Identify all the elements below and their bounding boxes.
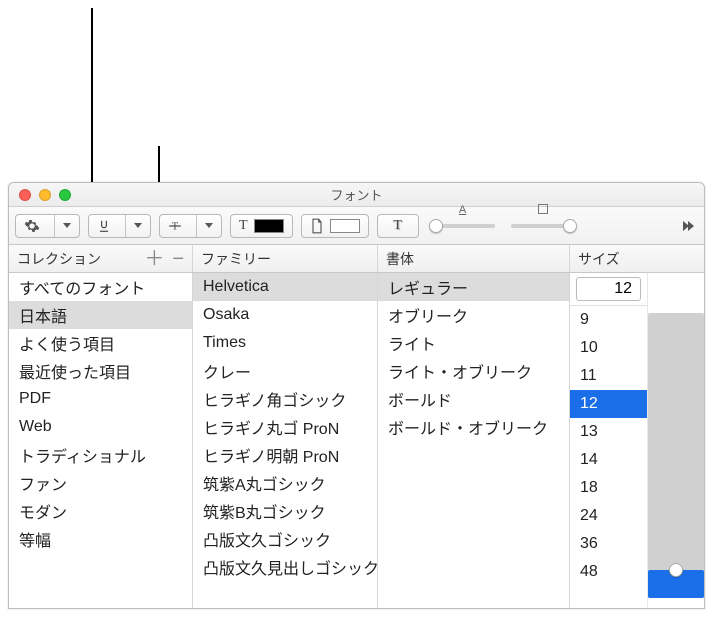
size-option[interactable]: 10 xyxy=(570,334,647,362)
text-shadow-icon: T xyxy=(393,218,402,234)
size-option[interactable]: 12 xyxy=(570,390,647,418)
size-option[interactable]: 18 xyxy=(570,474,647,502)
font-color-button[interactable]: T xyxy=(230,214,293,238)
list-item[interactable]: Times xyxy=(193,329,377,357)
square-icon xyxy=(538,204,548,214)
typeface-header: 書体 xyxy=(378,245,570,272)
chevron-down-icon xyxy=(134,223,142,228)
list-item[interactable]: 筑紫A丸ゴシック xyxy=(193,469,377,497)
column-headers: コレクション ＋ − ファミリー 書体 サイズ xyxy=(9,245,704,273)
collection-list: すべてのフォント日本語よく使う項目最近使った項目PDFWebトラディショナルファ… xyxy=(9,273,193,608)
list-item[interactable]: ボールド・オブリーク xyxy=(378,413,569,441)
list-item[interactable]: ボールド xyxy=(378,385,569,413)
list-item[interactable]: Osaka xyxy=(193,301,377,329)
list-item[interactable]: 凸版文久見出しゴシック xyxy=(193,553,377,581)
font-panel-window: フォント T T T xyxy=(8,182,705,609)
list-item[interactable]: すべてのフォント xyxy=(9,273,192,301)
list-item[interactable]: レギュラー xyxy=(378,273,569,301)
titlebar: フォント xyxy=(9,183,704,207)
size-option[interactable]: 14 xyxy=(570,446,647,474)
list-item[interactable]: Web xyxy=(9,413,192,441)
typeface-header-label: 書体 xyxy=(386,249,414,269)
size-header-label: サイズ xyxy=(578,249,620,269)
panel-body: すべてのフォント日本語よく使う項目最近使った項目PDFWebトラディショナルファ… xyxy=(9,273,704,608)
size-option[interactable]: 11 xyxy=(570,362,647,390)
list-item[interactable]: ファン xyxy=(9,469,192,497)
family-header-label: ファミリー xyxy=(201,249,271,269)
chevron-down-icon xyxy=(205,223,213,228)
overflow-button[interactable] xyxy=(679,217,698,235)
list-item[interactable]: よく使う項目 xyxy=(9,329,192,357)
list-item[interactable]: 筑紫B丸ゴシック xyxy=(193,497,377,525)
underline-button[interactable] xyxy=(88,214,151,238)
list-item[interactable]: クレー xyxy=(193,357,377,385)
toolbar: T T T A xyxy=(9,207,704,245)
color-swatch-white xyxy=(330,219,360,233)
size-option[interactable]: 48 xyxy=(570,558,647,586)
list-item[interactable]: モダン xyxy=(9,497,192,525)
list-item[interactable]: 日本語 xyxy=(9,301,192,329)
shadow-blur-slider[interactable] xyxy=(507,214,579,238)
size-input[interactable] xyxy=(576,277,641,301)
underline-icon xyxy=(97,219,111,233)
list-item[interactable]: PDF xyxy=(9,385,192,413)
size-option[interactable]: 36 xyxy=(570,530,647,558)
list-item[interactable]: ヒラギノ角ゴシック xyxy=(193,385,377,413)
window-title: フォント xyxy=(9,185,704,204)
list-item[interactable]: 等幅 xyxy=(9,525,192,553)
size-option[interactable]: 24 xyxy=(570,502,647,530)
chevron-double-right-icon xyxy=(683,221,694,231)
letter-t-icon: T xyxy=(239,218,248,234)
strikethrough-button[interactable]: T xyxy=(159,214,222,238)
list-item[interactable]: ライト・オブリーク xyxy=(378,357,569,385)
family-header: ファミリー xyxy=(193,245,378,272)
gear-icon xyxy=(24,218,40,234)
list-item[interactable]: ヒラギノ丸ゴ ProN xyxy=(193,413,377,441)
collection-header: コレクション ＋ − xyxy=(9,245,193,272)
size-pane: 9101112131418243648 xyxy=(570,273,704,608)
shadow-opacity-slider[interactable]: A xyxy=(427,214,499,238)
family-list: HelveticaOsakaTimesクレーヒラギノ角ゴシックヒラギノ丸ゴ Pr… xyxy=(193,273,378,608)
list-item[interactable]: トラディショナル xyxy=(9,441,192,469)
add-collection-button[interactable]: ＋ xyxy=(144,249,164,269)
strikethrough-icon: T xyxy=(168,219,182,233)
action-menu-button[interactable] xyxy=(15,214,80,238)
list-item[interactable]: ライト xyxy=(378,329,569,357)
letter-a-underline-icon: A xyxy=(459,204,466,216)
document-icon xyxy=(310,218,324,234)
size-option[interactable]: 9 xyxy=(570,306,647,334)
typeface-list: レギュラーオブリークライトライト・オブリークボールドボールド・オブリーク xyxy=(378,273,570,608)
list-item[interactable]: ヒラギノ明朝 ProN xyxy=(193,441,377,469)
svg-text:T: T xyxy=(172,221,179,232)
list-item[interactable]: Helvetica xyxy=(193,273,377,301)
document-color-button[interactable] xyxy=(301,214,369,238)
size-option[interactable]: 13 xyxy=(570,418,647,446)
list-item[interactable]: 凸版文久ゴシック xyxy=(193,525,377,553)
text-effects-button[interactable]: T xyxy=(377,214,419,238)
color-swatch-black xyxy=(254,219,284,233)
list-item[interactable]: オブリーク xyxy=(378,301,569,329)
size-slider[interactable] xyxy=(648,273,704,608)
size-header: サイズ xyxy=(570,245,704,272)
list-item[interactable]: 最近使った項目 xyxy=(9,357,192,385)
remove-collection-button[interactable]: − xyxy=(172,249,184,269)
collection-header-label: コレクション xyxy=(17,249,101,269)
chevron-down-icon xyxy=(63,223,71,228)
